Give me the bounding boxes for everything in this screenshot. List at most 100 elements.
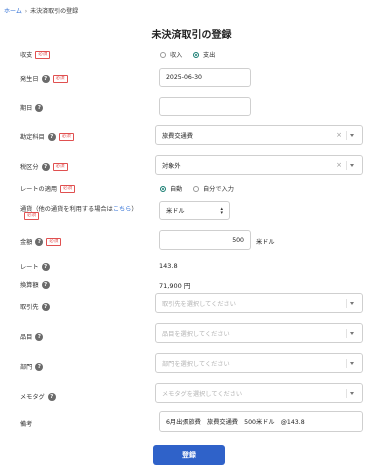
rate-apply-label: レートの適用 必須 bbox=[20, 184, 76, 193]
converted-amount: 71,900 円 bbox=[159, 280, 190, 290]
currency-label-end: ） bbox=[131, 206, 138, 213]
chevron-down-icon[interactable] bbox=[350, 362, 354, 365]
tax-select[interactable]: 対象外 × bbox=[155, 155, 363, 175]
chevron-down-icon[interactable] bbox=[350, 332, 354, 335]
item-placeholder: 品目を選択してください bbox=[162, 330, 230, 338]
department-label: 部門 ? bbox=[20, 362, 44, 371]
memo-tag-placeholder: メモタグを選択してください bbox=[162, 390, 243, 398]
select-divider bbox=[346, 298, 347, 308]
item-label-text: 品目 bbox=[20, 334, 33, 341]
help-icon[interactable]: ? bbox=[47, 132, 56, 141]
breadcrumb: ホーム › 未決済取引の登録 bbox=[4, 6, 78, 15]
radio-rate-auto-label: 自動 bbox=[170, 186, 183, 193]
department-placeholder: 部門を選択してください bbox=[162, 360, 230, 368]
amount-unit: 米ドル bbox=[256, 239, 275, 246]
account-value: 旅費交通費 bbox=[162, 132, 193, 140]
radio-expense-label: 支出 bbox=[203, 52, 216, 59]
tax-label-text: 税区分 bbox=[20, 164, 39, 171]
remarks-value: 6月出張旅費 旅費交通費 500米ドル @143.8 bbox=[166, 419, 305, 426]
select-divider bbox=[346, 328, 347, 338]
radio-income-circle[interactable] bbox=[160, 51, 166, 58]
required-badge: 必須 bbox=[58, 132, 74, 141]
department-select[interactable]: 部門を選択してください bbox=[155, 353, 363, 373]
radio-expense-circle[interactable] bbox=[193, 51, 199, 58]
help-icon[interactable]: ? bbox=[47, 392, 56, 401]
partner-placeholder: 取引先を選択してください bbox=[162, 300, 236, 308]
chevron-down-icon[interactable] bbox=[350, 392, 354, 395]
help-icon[interactable]: ? bbox=[41, 262, 50, 271]
item-select[interactable]: 品目を選択してください bbox=[155, 323, 363, 343]
required-badge: 必須 bbox=[35, 50, 51, 59]
radio-rate-auto-circle[interactable] bbox=[160, 185, 166, 192]
radio-expense[interactable]: 支出 bbox=[193, 50, 215, 59]
due-date-label-text: 期日 bbox=[20, 105, 33, 112]
select-divider bbox=[346, 160, 347, 170]
help-icon[interactable]: ? bbox=[35, 362, 44, 371]
select-arrows-icon: ▴ ▾ bbox=[220, 205, 223, 216]
currency-other-link[interactable]: こちら bbox=[113, 204, 132, 213]
amount-input[interactable]: 500 bbox=[159, 230, 251, 250]
radio-income[interactable]: 収入 bbox=[160, 50, 182, 59]
converted-value: 71,900 bbox=[159, 282, 182, 290]
help-icon[interactable]: ? bbox=[35, 237, 44, 246]
account-label: 勘定科目 ? 必須 bbox=[20, 132, 74, 141]
partner-label-text: 取引先 bbox=[20, 304, 39, 311]
amount-label: 金額 ? 必須 bbox=[20, 237, 62, 246]
income-expense-label-text: 収支 bbox=[20, 52, 33, 59]
radio-rate-manual[interactable]: 自分で入力 bbox=[193, 184, 234, 193]
tax-label: 税区分 ? 必須 bbox=[20, 162, 68, 171]
amount-label-text: 金額 bbox=[20, 239, 33, 246]
amount-value: 500 bbox=[232, 236, 244, 244]
memo-tag-select[interactable]: メモタグを選択してください bbox=[155, 383, 363, 403]
breadcrumb-home-link[interactable]: ホーム bbox=[4, 8, 22, 15]
help-icon[interactable]: ? bbox=[41, 302, 50, 311]
help-icon[interactable]: ? bbox=[35, 103, 44, 112]
clear-icon[interactable]: × bbox=[336, 131, 342, 139]
radio-rate-manual-circle[interactable] bbox=[193, 185, 199, 192]
required-badge: 必須 bbox=[46, 237, 62, 246]
help-icon[interactable]: ? bbox=[35, 332, 44, 341]
issue-date-value: 2025-06-30 bbox=[166, 74, 202, 81]
help-icon[interactable]: ? bbox=[41, 74, 50, 83]
tax-value: 対象外 bbox=[162, 162, 181, 170]
currency-value: 米ドル bbox=[166, 208, 185, 215]
help-icon[interactable]: ? bbox=[41, 280, 50, 289]
radio-rate-auto[interactable]: 自動 bbox=[160, 184, 182, 193]
clear-icon[interactable]: × bbox=[336, 161, 342, 169]
chevron-down-icon[interactable] bbox=[350, 164, 354, 167]
currency-select[interactable]: 米ドル ▴ ▾ bbox=[159, 201, 230, 220]
memo-tag-label-text: メモタグ bbox=[20, 394, 45, 401]
submit-button[interactable]: 登録 bbox=[153, 445, 225, 465]
select-divider bbox=[346, 130, 347, 140]
memo-tag-label: メモタグ ? bbox=[20, 392, 56, 401]
issue-date-input[interactable]: 2025-06-30 bbox=[159, 68, 251, 87]
chevron-down-icon[interactable] bbox=[350, 302, 354, 305]
converted-label: 換算額 ? bbox=[20, 280, 50, 289]
due-date-label: 期日 ? bbox=[20, 103, 44, 112]
rate-value: 143.8 bbox=[159, 262, 178, 270]
select-divider bbox=[346, 388, 347, 398]
issue-date-label: 発生日 ? 必須 bbox=[20, 74, 68, 83]
account-label-text: 勘定科目 bbox=[20, 134, 45, 141]
due-date-input[interactable] bbox=[159, 97, 251, 116]
radio-income-label: 収入 bbox=[170, 52, 183, 59]
chevron-down-icon[interactable] bbox=[350, 134, 354, 137]
currency-required: 必須 bbox=[24, 212, 39, 220]
partner-select[interactable]: 取引先を選択してください bbox=[155, 293, 363, 313]
rate-label-text: レート bbox=[20, 264, 39, 271]
required-badge: 必須 bbox=[52, 162, 68, 171]
breadcrumb-separator: › bbox=[24, 8, 28, 15]
rate-apply-label-text: レートの適用 bbox=[20, 186, 58, 193]
account-select[interactable]: 旅費交通費 × bbox=[155, 125, 363, 145]
required-badge: 必須 bbox=[52, 74, 68, 83]
required-badge: 必須 bbox=[60, 184, 76, 193]
page-title: 未決済取引の登録 bbox=[151, 30, 232, 41]
remarks-input[interactable]: 6月出張旅費 旅費交通費 500米ドル @143.8 bbox=[159, 411, 363, 432]
radio-rate-manual-label: 自分で入力 bbox=[203, 186, 234, 193]
item-label: 品目 ? bbox=[20, 332, 44, 341]
required-badge: 必須 bbox=[24, 212, 39, 220]
rate-label: レート ? bbox=[20, 262, 50, 271]
issue-date-label-text: 発生日 bbox=[20, 76, 39, 83]
help-icon[interactable]: ? bbox=[41, 162, 50, 171]
department-label-text: 部門 bbox=[20, 364, 33, 371]
